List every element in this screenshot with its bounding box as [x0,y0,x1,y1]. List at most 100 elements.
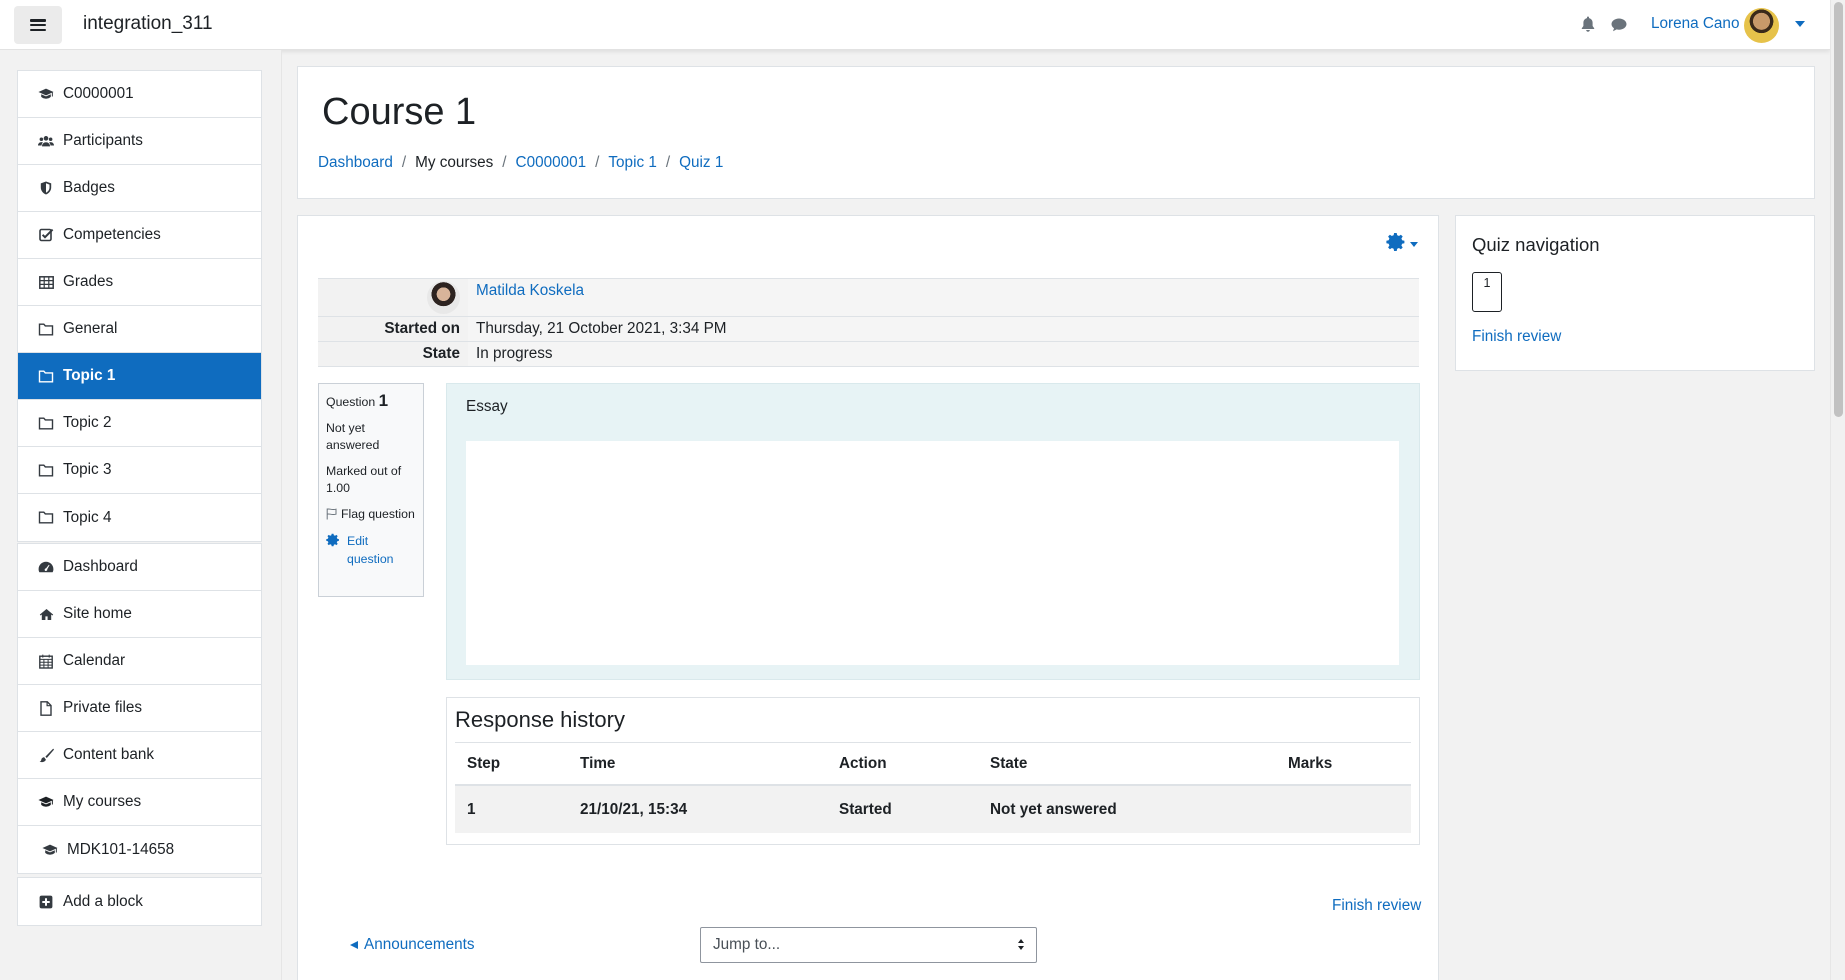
finish-review-link[interactable]: Finish review [1332,897,1421,915]
plus-square-icon [38,894,54,910]
summary-avatar-cell [318,279,468,316]
user-menu-name[interactable]: Lorena Cano [1651,15,1739,33]
question-marks: Marked out of 1.00 [326,463,402,496]
nav-item-label: Grades [63,273,114,290]
drawer-toggle-button[interactable] [14,6,62,44]
user-avatar[interactable] [1744,8,1779,43]
question-text: Essay [466,398,508,415]
history-table: Step Time Action State Marks 1 21/10/21,… [455,744,1411,833]
summary-value: In progress [468,342,1419,366]
chevron-down-icon[interactable] [1795,21,1805,27]
student-name-link[interactable]: Matilda Koskela [476,282,584,299]
nav-item-label: Topic 2 [63,414,112,431]
question-number-label: Question [326,395,376,409]
quiz-navigation-title: Quiz navigation [1472,234,1600,255]
nav-item-grades[interactable]: Grades [18,259,261,306]
summary-label: Started on [318,317,468,341]
nav-item-course[interactable]: C0000001 [18,71,261,118]
breadcrumb-separator: / [665,154,671,171]
previous-activity-link[interactable]: Announcements [350,936,475,954]
chevron-down-icon [1410,242,1418,247]
nav-item-label: Dashboard [63,558,138,575]
nav-item-label: General [63,320,118,337]
site-name[interactable]: integration_311 [83,13,213,35]
jump-to-select[interactable]: Jump to... [700,927,1037,963]
quiz-nav-question-button[interactable]: 1 [1472,272,1502,312]
column-header: Step [467,755,501,772]
nav-item-label: My courses [63,793,142,810]
nav-item-mdk101-14658[interactable]: MDK101-14658 [18,826,261,873]
page-header: Course 1 Dashboard / My courses / C00000… [297,66,1815,199]
edit-question-link[interactable]: Edit question [326,533,416,568]
breadcrumb-my-courses: My courses [415,154,494,171]
question-info: Question 1 Not yet answered Marked out o… [318,383,424,597]
flag-question-button[interactable]: Flag question [326,506,416,526]
nav-item-label: Content bank [63,746,154,763]
summary-row-state: State In progress [318,342,1419,367]
graduation-cap-icon [38,794,54,810]
table-cell: 21/10/21, 15:34 [580,800,688,818]
nav-item-label: Topic 1 [63,367,116,384]
nav-item-private-files[interactable]: Private files [18,685,261,732]
divider [455,742,1411,743]
main-region: Matilda Koskela Started on Thursday, 21 … [297,215,1439,980]
edit-question-label: Edit question [347,534,394,566]
add-block-button[interactable]: Add a block [18,878,261,925]
nav-item-competencies[interactable]: Competencies [18,212,261,259]
column-header: Time [580,755,616,772]
nav-item-label: Topic 3 [63,461,112,478]
table-header-row: Step Time Action State Marks [455,744,1411,786]
nav-item-label: Badges [63,179,115,196]
essay-answer-area [466,441,1399,665]
nav-item-dashboard[interactable]: Dashboard [18,544,261,591]
previous-activity-label: Announcements [364,936,475,953]
actions-menu[interactable] [1386,232,1418,257]
nav-item-general[interactable]: General [18,306,261,353]
breadcrumb-course[interactable]: C0000001 [516,154,587,172]
nav-item-my-courses[interactable]: My courses [18,779,261,826]
arrow-left-icon [350,941,358,949]
jump-to-label: Jump to... [713,936,781,953]
nav-item-label: Site home [63,605,132,622]
page-scrollbar[interactable] [1830,0,1845,980]
nav-item-label: C0000001 [63,85,134,102]
check-square-icon [38,227,54,243]
graduation-cap-icon [42,842,58,858]
nav-item-content-bank[interactable]: Content bank [18,732,261,779]
nav-item-topic-1[interactable]: Topic 1 [18,353,261,400]
file-icon [38,700,54,716]
nav-item-badges[interactable]: Badges [18,165,261,212]
breadcrumb-topic[interactable]: Topic 1 [608,154,656,172]
nav-item-label: Competencies [63,226,161,243]
course-nav-group: C0000001 Participants Badges Competencie… [17,70,262,542]
flag-question-label: Flag question [341,506,415,521]
folder-icon [38,321,54,337]
breadcrumb-dashboard[interactable]: Dashboard [318,154,393,172]
nav-item-label: Participants [63,132,143,149]
attempt-summary: Matilda Koskela Started on Thursday, 21 … [318,278,1419,367]
nav-item-label: Topic 4 [63,508,112,526]
bell-icon[interactable] [1579,15,1597,33]
nav-item-participants[interactable]: Participants [18,118,261,165]
column-header: Marks [1288,755,1333,772]
select-arrows-icon [1018,939,1024,950]
student-avatar[interactable] [427,281,460,314]
breadcrumb-quiz[interactable]: Quiz 1 [679,154,723,172]
nav-item-site-home[interactable]: Site home [18,591,261,638]
quiz-nav-finish-review-link[interactable]: Finish review [1472,328,1561,346]
table-cell: Not yet answered [990,800,1117,818]
chat-icon[interactable] [1610,16,1628,34]
table-icon [38,274,54,290]
question-formulation: Essay [446,383,1420,680]
flag-icon [326,507,337,526]
nav-item-topic-3[interactable]: Topic 3 [18,447,261,494]
gear-icon [326,533,340,553]
scrollbar-thumb[interactable] [1834,2,1843,417]
nav-item-calendar[interactable]: Calendar [18,638,261,685]
breadcrumb-separator: / [401,154,407,171]
users-icon [38,133,54,149]
nav-item-topic-2[interactable]: Topic 2 [18,400,261,447]
folder-icon [38,368,54,384]
breadcrumb: Dashboard / My courses / C0000001 / Topi… [318,154,723,172]
nav-item-topic-4[interactable]: Topic 4 [18,494,261,541]
